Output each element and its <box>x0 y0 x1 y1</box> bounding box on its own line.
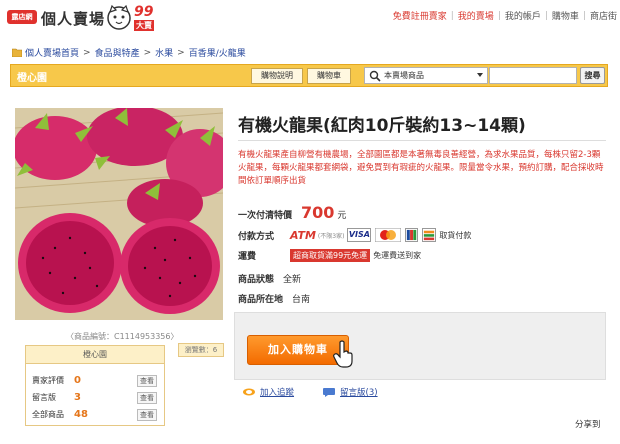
row-label: 賣家評價 <box>32 376 64 385</box>
price-unit: 元 <box>337 211 347 221</box>
visa-icon: VISA <box>347 228 372 242</box>
separator: | <box>450 10 454 21</box>
7-eleven-icon <box>422 228 437 242</box>
view-button[interactable]: 查看 <box>137 391 157 404</box>
mastercard-icon <box>375 228 402 242</box>
divider <box>238 140 606 141</box>
mall-link[interactable]: 商店街 <box>590 9 617 22</box>
folder-icon <box>12 48 22 57</box>
top-links: 免費註冊賣家 | 我的賣場 | 我的帳戶 | 購物車 | 商店街 <box>393 9 617 23</box>
browse-count: 瀏覽數：6 <box>178 343 224 357</box>
row-count: 0 <box>74 375 81 386</box>
pickup-payment: 取貨付款 <box>439 230 472 240</box>
store-card-row-products: 全部商品 48 查看 <box>32 408 157 421</box>
store-card-row-rating: 賣家評價 0 查看 <box>32 374 157 387</box>
condition-label: 商品狀態 <box>238 275 275 285</box>
atm-logo: ATM <box>290 228 316 242</box>
price-label: 一次付清特價 <box>238 211 293 221</box>
shipping-badge: 超商取貨滿99元免運 <box>290 249 371 262</box>
message-board-link[interactable]: 留言版(3) <box>340 386 378 398</box>
separator: | <box>582 10 586 21</box>
product-description: 有機火龍果產自柳營有機農場，全部園區都是本著無毒良善經營，為求水果品質，每株只留… <box>238 150 604 186</box>
store-card: 橙心園 賣家評價 0 查看 留言版 3 查看 全部商品 48 查看 <box>25 345 165 426</box>
row-count: 48 <box>74 409 88 420</box>
dragon-fruit-image <box>15 108 223 320</box>
separator: | <box>544 10 548 21</box>
condition-value: 全新 <box>283 275 302 285</box>
breadcrumb-separator: > <box>83 47 91 58</box>
separator: | <box>497 10 501 21</box>
store-cart-button[interactable]: 購物車 <box>307 68 351 84</box>
view-button[interactable]: 查看 <box>137 408 157 421</box>
breadcrumb-food[interactable]: 食品與特產 <box>95 46 140 59</box>
store-card-row-messages: 留言版 3 查看 <box>32 391 157 404</box>
breadcrumb-home[interactable]: 個人賣場首頁 <box>25 46 79 59</box>
location-label: 商品所在地 <box>238 295 284 305</box>
view-button[interactable]: 查看 <box>137 374 157 387</box>
store-bar: 橙心園 購物說明 購物車 本賣場商品 搜尋 <box>10 64 608 87</box>
payment-row: 付款方式 ATM (不限3家) VISA 取貨付款 <box>238 228 471 242</box>
jcb-icon <box>405 228 419 242</box>
search-icon <box>369 70 381 82</box>
price-value: 700 <box>301 203 335 222</box>
product-id: 〈商品編號：C1114953356〉 <box>66 332 179 341</box>
breadcrumb-separator: > <box>177 47 185 58</box>
location-value: 台南 <box>292 295 311 305</box>
search-button[interactable]: 搜尋 <box>580 67 605 84</box>
register-seller-link[interactable]: 免費註冊賣家 <box>393 9 447 22</box>
search-scope-value: 本賣場商品 <box>384 71 424 80</box>
shipping-row: 運費 超商取貨滿99元免運 免運費送到家 <box>238 249 421 262</box>
add-favorite-link[interactable]: 加入追蹤 <box>260 386 294 398</box>
row-label: 全部商品 <box>32 410 64 419</box>
shipping-label: 運費 <box>238 252 257 262</box>
store-card-name[interactable]: 橙心園 <box>26 346 164 364</box>
logo-99: 99 <box>134 4 154 20</box>
breadcrumb-separator: > <box>143 47 152 58</box>
product-title: 有機火龍果(紅肉10斤裝約13~14顆) <box>238 116 526 136</box>
cart-link[interactable]: 購物車 <box>552 9 579 22</box>
site-logo-title[interactable]: 個人賣場 <box>41 8 105 29</box>
buy-guide-button[interactable]: 購物說明 <box>251 68 303 84</box>
my-account-link[interactable]: 我的帳戶 <box>505 9 541 22</box>
chevron-down-icon <box>477 73 483 77</box>
condition-row: 商品狀態 全新 <box>238 272 301 285</box>
action-links: 加入追蹤 留言版(3) <box>242 386 378 398</box>
row-label: 留言版 <box>32 393 56 402</box>
search-input[interactable] <box>489 67 577 84</box>
top-bar: 露店網 個人賣場 99 大賣 免費註冊賣家 | 我的賣場 | 我的帳戶 | 購物… <box>0 0 620 38</box>
my-store-link[interactable]: 我的賣場 <box>458 9 494 22</box>
price-row: 一次付清特價 700 元 <box>238 203 346 222</box>
atm-note: (不限3家) <box>317 232 345 240</box>
add-favorite-icon <box>243 388 255 396</box>
share-label: 分享到 <box>575 420 601 430</box>
product-photo[interactable] <box>15 108 223 320</box>
payment-label: 付款方式 <box>238 231 275 242</box>
cat-mascot-icon <box>107 4 131 30</box>
search-scope-select[interactable]: 本賣場商品 <box>364 67 488 84</box>
message-board-icon <box>323 388 336 397</box>
store-name[interactable]: 橙心園 <box>17 69 47 84</box>
hand-pointer-icon <box>333 340 353 368</box>
breadcrumb-fruit[interactable]: 水果 <box>155 46 173 59</box>
row-count: 3 <box>74 392 81 403</box>
breadcrumb: 個人賣場首頁 > 食品與特產 > 水果 > 百香果/火龍果 <box>12 46 246 59</box>
site-logo-badge[interactable]: 露店網 <box>7 10 37 24</box>
shipping-note: 免運費送到家 <box>373 251 422 260</box>
location-row: 商品所在地 台南 <box>238 292 310 305</box>
breadcrumb-passionfruit[interactable]: 百香果/火龍果 <box>189 46 246 59</box>
logo-99-sub: 大賣 <box>134 20 154 31</box>
